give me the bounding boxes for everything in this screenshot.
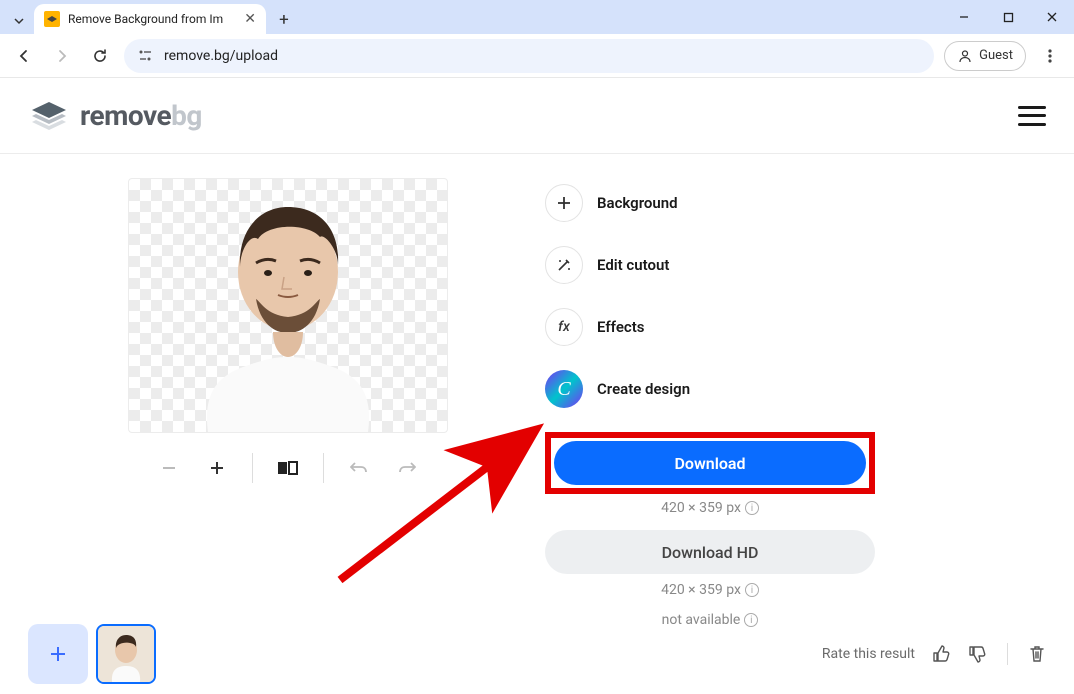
- download-size: 420 × 359 px i: [545, 500, 875, 516]
- preview-column: [0, 178, 545, 642]
- download-button[interactable]: Download: [554, 441, 866, 485]
- cutout-person: [148, 178, 428, 432]
- download-hd-size: 420 × 359 px i: [545, 582, 875, 598]
- thumbnails: [28, 624, 156, 684]
- canva-icon: C: [545, 370, 583, 408]
- wand-icon: [545, 246, 583, 284]
- compare-button[interactable]: [275, 455, 301, 481]
- annotation-highlight: Download: [545, 432, 875, 494]
- browser-toolbar: remove.bg/upload Guest: [0, 34, 1074, 78]
- window-controls: [942, 0, 1074, 34]
- browser-tab-strip: Remove Background from Im ✕ +: [0, 0, 1074, 34]
- tool-effects[interactable]: fx Effects: [545, 308, 875, 346]
- undo-button[interactable]: [346, 455, 372, 481]
- download-section: Download 420 × 359 px i Download HD 420 …: [545, 432, 875, 628]
- thumbnail-item[interactable]: [96, 624, 156, 684]
- tool-background[interactable]: Background: [545, 184, 875, 222]
- download-hd-button[interactable]: Download HD: [545, 530, 875, 574]
- thumbs-up-button[interactable]: [931, 644, 951, 664]
- main-content: Background Edit cutout fx Effects C Crea…: [0, 154, 1074, 642]
- thumbs-down-button[interactable]: [967, 644, 987, 664]
- page-header: removebg: [0, 78, 1074, 154]
- rate-label: Rate this result: [822, 646, 915, 662]
- tool-edit-cutout[interactable]: Edit cutout: [545, 246, 875, 284]
- profile-chip[interactable]: Guest: [944, 41, 1026, 71]
- profile-label: Guest: [979, 48, 1013, 63]
- delete-button[interactable]: [1028, 644, 1046, 664]
- tabs-dropdown[interactable]: [8, 8, 30, 34]
- zoom-in-button[interactable]: [204, 455, 230, 481]
- actions-column: Background Edit cutout fx Effects C Crea…: [545, 178, 875, 642]
- plus-icon: [545, 184, 583, 222]
- logo-icon: [28, 100, 70, 132]
- tool-label: Effects: [597, 318, 644, 336]
- browser-menu[interactable]: [1036, 42, 1064, 70]
- redo-button[interactable]: [394, 455, 420, 481]
- tool-label: Background: [597, 194, 678, 212]
- person-icon: [957, 48, 973, 64]
- bottom-bar: Rate this result: [0, 624, 1074, 684]
- hamburger-menu[interactable]: [1018, 106, 1046, 126]
- site-settings-icon[interactable]: [138, 49, 154, 63]
- divider: [252, 453, 253, 483]
- tool-label: Edit cutout: [597, 256, 669, 274]
- fx-icon: fx: [545, 308, 583, 346]
- tab-title: Remove Background from Im: [68, 12, 236, 26]
- info-icon[interactable]: i: [745, 501, 759, 515]
- zoom-out-button[interactable]: [156, 455, 182, 481]
- tab-close-icon[interactable]: ✕: [244, 11, 256, 27]
- divider: [1007, 643, 1008, 665]
- rate-section: Rate this result: [822, 643, 1046, 665]
- info-icon[interactable]: i: [745, 583, 759, 597]
- result-preview[interactable]: [128, 178, 448, 433]
- window-close[interactable]: [1030, 0, 1074, 34]
- divider: [323, 453, 324, 483]
- url-text: remove.bg/upload: [164, 48, 278, 64]
- window-maximize[interactable]: [986, 0, 1030, 34]
- add-image-button[interactable]: [28, 624, 88, 684]
- logo-text: removebg: [80, 99, 202, 132]
- image-controls: [156, 453, 420, 483]
- nav-reload[interactable]: [86, 42, 114, 70]
- browser-tab[interactable]: Remove Background from Im ✕: [34, 4, 266, 34]
- nav-forward[interactable]: [48, 42, 76, 70]
- logo[interactable]: removebg: [28, 99, 202, 132]
- new-tab-button[interactable]: +: [270, 6, 298, 34]
- nav-back[interactable]: [10, 42, 38, 70]
- tool-label: Create design: [597, 380, 690, 398]
- tab-favicon: [44, 11, 60, 27]
- window-minimize[interactable]: [942, 0, 986, 34]
- tool-create-design[interactable]: C Create design: [545, 370, 875, 408]
- url-bar[interactable]: remove.bg/upload: [124, 39, 934, 73]
